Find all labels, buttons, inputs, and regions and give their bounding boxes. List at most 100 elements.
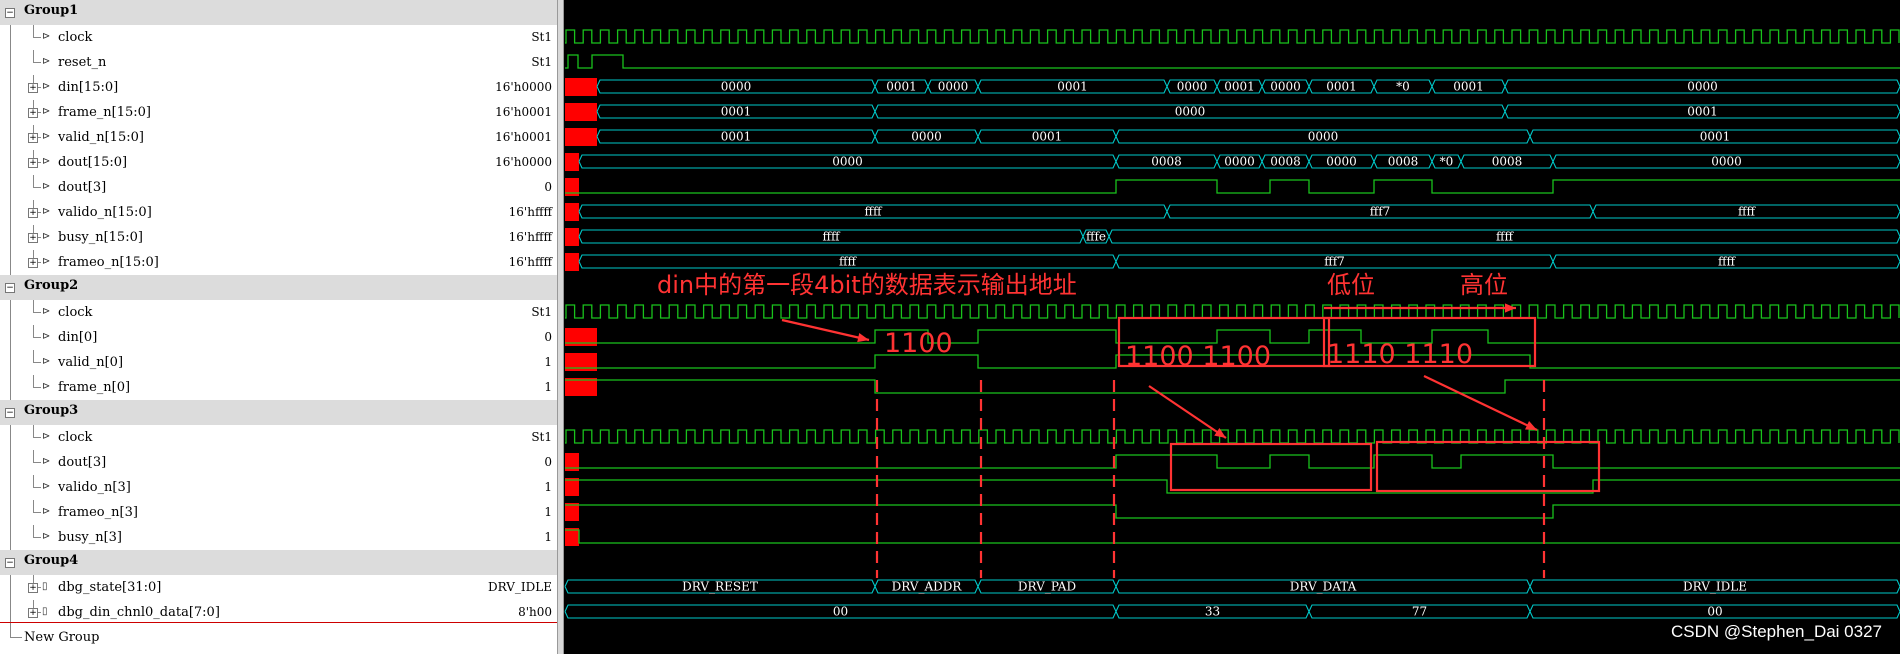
group-row[interactable]: − Group1 bbox=[0, 0, 557, 25]
highlight-box-dout-2 bbox=[1375, 440, 1601, 493]
register-icon: ▯ bbox=[42, 581, 48, 592]
x-state-marker bbox=[565, 103, 597, 121]
signal-name: frameo_n[3] bbox=[58, 505, 138, 520]
digital-waveform bbox=[565, 54, 1900, 69]
x-state-marker bbox=[565, 503, 579, 521]
signal-row[interactable]: ⊳ frame_n[0] 1 bbox=[0, 375, 557, 400]
bus-value-label: *0 bbox=[1440, 155, 1454, 169]
tree-line bbox=[10, 475, 11, 500]
signal-value: 1 bbox=[544, 355, 552, 369]
arrow-to-dout-2 bbox=[1423, 375, 1538, 431]
signal-icon: ⊳ bbox=[42, 531, 51, 542]
bus-value-label: DRV_IDLE bbox=[1683, 580, 1747, 594]
bus-value-label: 0001 bbox=[886, 80, 917, 94]
group-row[interactable]: − Group3 bbox=[0, 400, 557, 425]
tree-line bbox=[10, 250, 11, 275]
bus-value-label: 0000 bbox=[1270, 80, 1301, 94]
signal-row[interactable]: ⊳ valid_n[0] 1 bbox=[0, 350, 557, 375]
tree-line bbox=[10, 200, 11, 225]
signal-row[interactable]: + ⊳ busy_n[15:0] 16'hffff bbox=[0, 225, 557, 250]
bus-value-label: 0001 bbox=[1032, 130, 1063, 144]
x-state-marker bbox=[565, 153, 579, 171]
bus-value-label: fff7 bbox=[1370, 205, 1391, 219]
group-row[interactable]: − Group2 bbox=[0, 275, 557, 300]
bus-value-label: ffff bbox=[1718, 255, 1737, 269]
signal-row[interactable]: ⊳ clock St1 bbox=[0, 300, 557, 325]
arrow-to-address bbox=[781, 318, 870, 342]
expand-icon[interactable]: + bbox=[28, 608, 38, 618]
signal-row[interactable]: + ⊳ din[15:0] 16'h0000 bbox=[0, 75, 557, 100]
signal-value: 0 bbox=[544, 180, 552, 194]
group-label: Group1 bbox=[24, 3, 79, 18]
signal-name: reset_n bbox=[58, 55, 107, 70]
bus-value-label: 0001 bbox=[1224, 80, 1255, 94]
bus-value-label: 0000 bbox=[1711, 155, 1742, 169]
bus-value-label: 0001 bbox=[1700, 130, 1731, 144]
tree-line bbox=[10, 637, 22, 638]
expand-icon[interactable]: + bbox=[28, 233, 38, 243]
expand-icon[interactable]: + bbox=[28, 83, 38, 93]
tree-line bbox=[33, 362, 41, 363]
signal-row[interactable]: ⊳ din[0] 0 bbox=[0, 325, 557, 350]
x-state-marker bbox=[565, 478, 579, 496]
collapse-icon[interactable]: − bbox=[5, 408, 15, 418]
tree-line bbox=[10, 25, 11, 50]
tree-line bbox=[10, 300, 11, 325]
highlight-box-dout-1 bbox=[1169, 442, 1373, 492]
signal-row[interactable]: + ▯ dbg_state[31:0] DRV_IDLE bbox=[0, 575, 557, 600]
signal-row[interactable]: ⊳ valido_n[3] 1 bbox=[0, 475, 557, 500]
signal-row[interactable]: + ⊳ valid_n[15:0] 16'h0001 bbox=[0, 125, 557, 150]
signal-row[interactable]: + ⊳ dout[15:0] 16'h0000 bbox=[0, 150, 557, 175]
signal-row[interactable]: ⊳ clock St1 bbox=[0, 425, 557, 450]
signal-row[interactable]: ⊳ dout[3] 0 bbox=[0, 450, 557, 475]
expand-icon[interactable]: + bbox=[28, 208, 38, 218]
signal-name: dout[15:0] bbox=[58, 155, 128, 170]
collapse-icon[interactable]: − bbox=[5, 283, 15, 293]
bus-value-label: DRV_RESET bbox=[682, 580, 758, 594]
signal-row[interactable]: ⊳ clock St1 bbox=[0, 25, 557, 50]
expand-icon[interactable]: + bbox=[28, 133, 38, 143]
bus-value-label: 0008 bbox=[1388, 155, 1419, 169]
signal-row[interactable]: + ⊳ frame_n[15:0] 16'h0001 bbox=[0, 100, 557, 125]
tree-line bbox=[33, 500, 34, 512]
signal-icon: ⊳ bbox=[42, 356, 51, 367]
signal-row[interactable]: + ⊳ frameo_n[15:0] 16'hffff bbox=[0, 250, 557, 275]
tree-line bbox=[10, 325, 11, 350]
signal-row[interactable]: ⊳ dout[3] 0 bbox=[0, 175, 557, 200]
signal-row[interactable]: ⊳ busy_n[3] 1 bbox=[0, 525, 557, 550]
expand-icon[interactable]: + bbox=[28, 108, 38, 118]
bus-value-label: 0001 bbox=[1057, 80, 1088, 94]
annotation-low-bit-label: 低位 bbox=[1327, 271, 1375, 299]
new-group-row[interactable]: New Group bbox=[0, 625, 557, 650]
bus-value-label: 0000 bbox=[1177, 80, 1208, 94]
expand-icon[interactable]: + bbox=[28, 158, 38, 168]
bus-value-label: 0001 bbox=[1687, 105, 1718, 119]
digital-waveform bbox=[565, 504, 1900, 519]
tree-line bbox=[33, 462, 41, 463]
clock-waveform bbox=[565, 304, 1900, 319]
group-row[interactable]: − Group4 bbox=[0, 550, 557, 575]
signal-name: dbg_state[31:0] bbox=[58, 580, 162, 595]
expand-icon[interactable]: + bbox=[28, 258, 38, 268]
tree-line bbox=[33, 37, 41, 38]
signal-row[interactable]: ⊳ reset_n St1 bbox=[0, 50, 557, 75]
signal-name: clock bbox=[58, 305, 93, 320]
signal-row[interactable]: ⊳ frameo_n[3] 1 bbox=[0, 500, 557, 525]
collapse-icon[interactable]: − bbox=[5, 558, 15, 568]
signal-row[interactable]: + ⊳ valido_n[15:0] 16'hffff bbox=[0, 200, 557, 225]
watermark: CSDN @Stephen_Dai 0327 bbox=[1671, 622, 1882, 641]
signal-name: valido_n[3] bbox=[58, 480, 131, 495]
collapse-icon[interactable]: − bbox=[5, 8, 15, 18]
bus-value-label: DRV_ADDR bbox=[892, 580, 963, 594]
signal-icon: ⊳ bbox=[42, 256, 51, 267]
tree-line bbox=[33, 25, 34, 37]
signal-name: frame_n[15:0] bbox=[58, 105, 152, 120]
tree-line bbox=[33, 50, 34, 62]
bus-value-label: ffff bbox=[822, 230, 841, 244]
tree-line bbox=[10, 525, 11, 550]
tree-line bbox=[33, 537, 41, 538]
register-icon: ▯ bbox=[42, 606, 48, 617]
tree-line bbox=[10, 225, 11, 250]
expand-icon[interactable]: + bbox=[28, 583, 38, 593]
pane-splitter[interactable] bbox=[557, 0, 564, 654]
